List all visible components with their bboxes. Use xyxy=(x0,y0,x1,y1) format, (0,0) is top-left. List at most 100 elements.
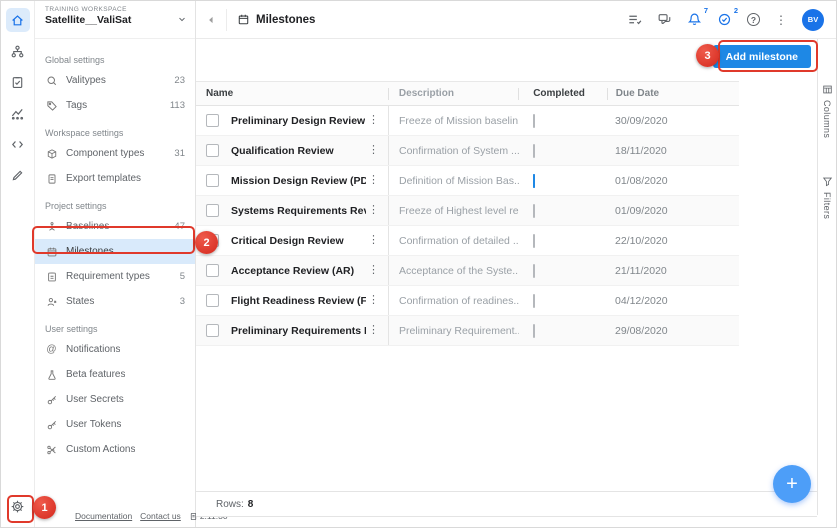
home-icon[interactable] xyxy=(6,8,30,32)
row-checkbox[interactable] xyxy=(206,174,219,187)
completed-checkbox[interactable] xyxy=(533,294,535,308)
edit-icon[interactable] xyxy=(6,163,30,187)
milestone-name[interactable]: Flight Readiness Review (FRR... xyxy=(231,295,366,307)
branch-icon xyxy=(45,220,58,233)
sidebar-item-label: User Tokens xyxy=(66,419,121,430)
row-menu-icon[interactable]: ⋮ xyxy=(368,145,379,156)
tag-icon xyxy=(45,99,58,112)
sidebar-item-milestones[interactable]: Milestones xyxy=(35,239,195,264)
notifications-badge: 7 xyxy=(704,6,708,15)
completed-checkbox[interactable] xyxy=(533,174,535,188)
fab-add-button[interactable]: + xyxy=(773,465,811,503)
topbar-divider xyxy=(226,9,227,31)
sidebar-item-user-tokens[interactable]: User Tokens xyxy=(35,412,195,437)
table-row: Critical Design Review⋮ Confirmation of … xyxy=(196,226,739,256)
tasks-list-icon[interactable] xyxy=(627,12,642,27)
sidebar-item-valitypes[interactable]: Valitypes 23 xyxy=(35,68,195,93)
sidebar-item-notifications[interactable]: @ Notifications xyxy=(35,337,195,362)
columns-tab[interactable]: Columns xyxy=(822,84,833,138)
completed-checkbox[interactable] xyxy=(533,204,535,218)
row-menu-icon[interactable]: ⋮ xyxy=(368,205,379,216)
row-checkbox[interactable] xyxy=(206,114,219,127)
completed-checkbox[interactable] xyxy=(533,144,535,158)
milestone-description: Acceptance of the Syste... xyxy=(389,265,519,277)
more-options-icon[interactable]: ⋮ xyxy=(775,14,787,26)
requirements-icon[interactable] xyxy=(6,70,30,94)
hierarchy-icon[interactable] xyxy=(6,39,30,63)
row-checkbox[interactable] xyxy=(206,144,219,157)
workspace-selector[interactable]: TRAINING WORKSPACE Satellite__ValiSat xyxy=(35,1,195,39)
approvals-icon[interactable]: 2 xyxy=(717,12,732,27)
column-header-name[interactable]: Name xyxy=(196,82,388,105)
valitypes-icon xyxy=(45,74,58,87)
section-title-project: Project settings xyxy=(35,191,195,214)
help-icon[interactable]: ? xyxy=(747,13,760,26)
sidebar-item-label: Custom Actions xyxy=(66,444,135,455)
milestone-name[interactable]: Qualification Review xyxy=(231,145,334,157)
table-header-row: Name Description Completed Due Date xyxy=(196,81,739,106)
comments-icon[interactable] xyxy=(657,12,672,27)
column-header-description[interactable]: Description xyxy=(389,88,518,99)
sidebar-item-tags[interactable]: Tags 113 xyxy=(35,93,195,118)
milestone-name[interactable]: Preliminary Design Review xyxy=(231,115,365,127)
row-checkbox[interactable] xyxy=(206,324,219,337)
user-avatar[interactable]: BV xyxy=(802,9,824,31)
completed-checkbox[interactable] xyxy=(533,114,535,128)
row-menu-icon[interactable]: ⋮ xyxy=(368,175,379,186)
sidebar-item-requirement-types[interactable]: Requirement types 5 xyxy=(35,264,195,289)
rows-count: 8 xyxy=(248,499,254,510)
completed-checkbox[interactable] xyxy=(533,264,535,278)
sidebar-item-custom-actions[interactable]: Custom Actions xyxy=(35,437,195,462)
milestone-name[interactable]: Mission Design Review (PDR) xyxy=(231,175,366,187)
sidebar-item-count: 23 xyxy=(174,75,185,86)
documentation-link[interactable]: Documentation xyxy=(75,511,132,521)
filters-tab[interactable]: Filters xyxy=(822,176,833,219)
row-menu-icon[interactable]: ⋮ xyxy=(368,235,379,246)
right-panel: Columns Filters xyxy=(817,39,836,515)
row-checkbox[interactable] xyxy=(206,294,219,307)
table-row: Qualification Review⋮ Confirmation of Sy… xyxy=(196,136,739,166)
add-milestone-button[interactable]: Add milestone xyxy=(713,45,811,68)
row-menu-icon[interactable]: ⋮ xyxy=(368,265,379,276)
sidebar-item-beta-features[interactable]: Beta features xyxy=(35,362,195,387)
notifications-bell-icon[interactable]: 7 xyxy=(687,12,702,27)
milestone-due-date: 01/08/2020 xyxy=(607,175,739,187)
milestone-name[interactable]: Preliminary Requirements Re... xyxy=(231,325,366,337)
milestone-name[interactable]: Critical Design Review xyxy=(231,235,344,247)
sidebar-item-export-templates[interactable]: Export templates xyxy=(35,166,195,191)
settings-gear-icon[interactable] xyxy=(6,494,30,518)
row-menu-icon[interactable]: ⋮ xyxy=(368,325,379,336)
sidebar-item-label: Notifications xyxy=(66,344,120,355)
cube-icon xyxy=(45,147,58,160)
row-checkbox[interactable] xyxy=(206,264,219,277)
sidebar-item-label: Valitypes xyxy=(66,75,106,86)
row-checkbox[interactable] xyxy=(206,204,219,217)
milestone-description: Freeze of Highest level re... xyxy=(389,205,519,217)
key-icon xyxy=(45,393,58,406)
sidebar-item-user-secrets[interactable]: User Secrets xyxy=(35,387,195,412)
at-icon: @ xyxy=(45,343,58,356)
sidebar-sections: Global settings Valitypes 23 Tags 113 Wo… xyxy=(35,39,195,462)
annotation-step-1: 1 xyxy=(33,496,56,519)
row-menu-icon[interactable]: ⋮ xyxy=(368,115,379,126)
states-icon xyxy=(45,295,58,308)
column-header-completed[interactable]: Completed xyxy=(519,88,607,99)
help-glyph: ? xyxy=(747,13,760,26)
table-row: Systems Requirements Revie...⋮ Freeze of… xyxy=(196,196,739,226)
milestone-name[interactable]: Systems Requirements Revie... xyxy=(231,205,366,217)
sidebar-item-baselines[interactable]: Baselines 47 xyxy=(35,214,195,239)
scripting-icon[interactable] xyxy=(6,132,30,156)
milestone-name[interactable]: Acceptance Review (AR) xyxy=(231,265,354,277)
annotation-step-3: 3 xyxy=(696,44,719,67)
analyses-icon[interactable] xyxy=(6,101,30,125)
column-header-due-date[interactable]: Due Date xyxy=(608,88,739,99)
sidebar-item-states[interactable]: States 3 xyxy=(35,289,195,314)
milestone-due-date: 30/09/2020 xyxy=(607,115,739,127)
completed-checkbox[interactable] xyxy=(533,324,535,338)
milestones-table: Name Description Completed Due Date Prel… xyxy=(196,81,739,346)
contact-us-link[interactable]: Contact us xyxy=(140,511,181,521)
row-menu-icon[interactable]: ⋮ xyxy=(368,295,379,306)
completed-checkbox[interactable] xyxy=(533,234,535,248)
sidebar-item-component-types[interactable]: Component types 31 xyxy=(35,141,195,166)
collapse-sidebar-icon[interactable] xyxy=(206,15,216,25)
